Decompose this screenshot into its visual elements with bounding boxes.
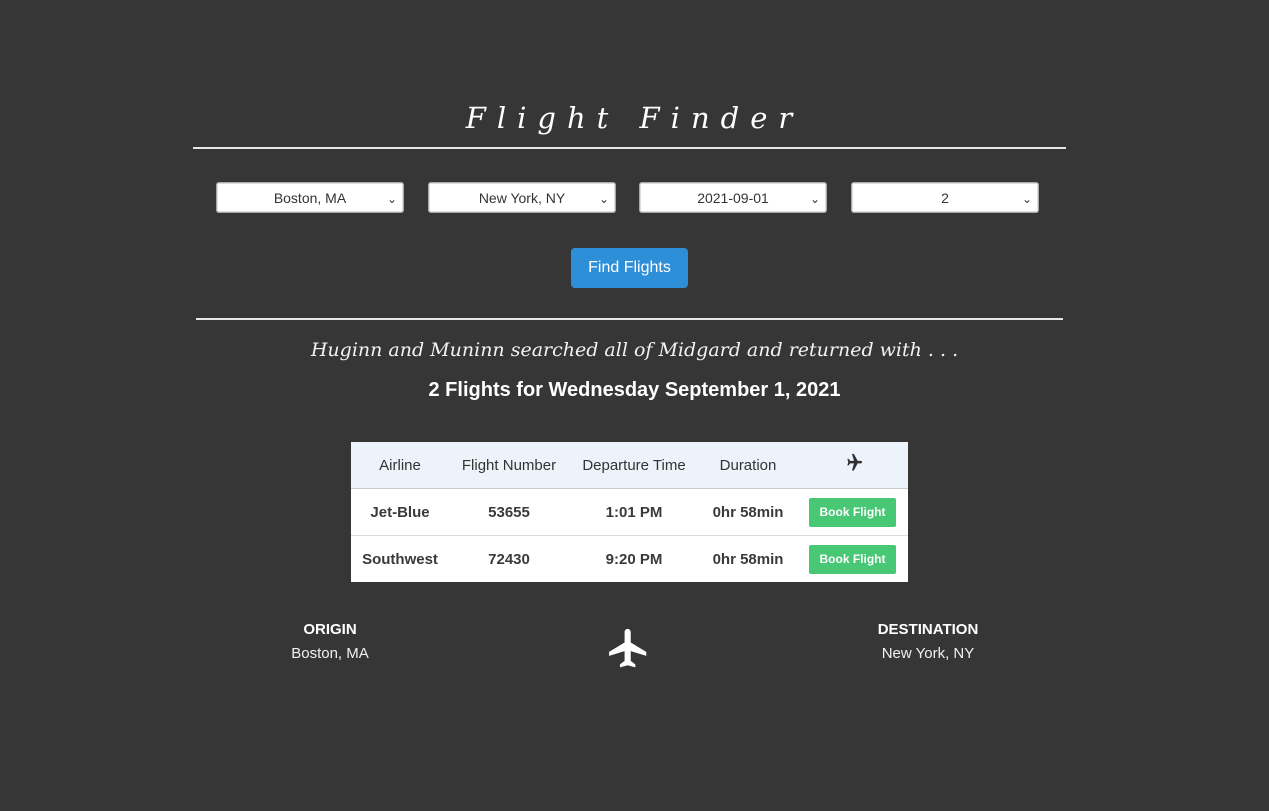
chevron-down-icon: ⌄ — [598, 192, 609, 206]
cell-action: Book Flight — [797, 544, 908, 574]
table-row: Southwest 72430 9:20 PM 0hr 58min Book F… — [351, 536, 908, 582]
results-count: 2 Flights for Wednesday September 1, 202… — [428, 379, 841, 401]
cell-action: Book Flight — [797, 497, 908, 527]
origin-city: Boston, MA — [291, 645, 369, 662]
chevron-down-icon: ⌄ — [809, 192, 820, 206]
results-divider — [196, 318, 1063, 320]
origin-label: ORIGIN — [303, 621, 357, 638]
passengers-select[interactable]: 2 ⌄ — [851, 182, 1039, 213]
book-flight-button[interactable]: Book Flight — [809, 544, 896, 574]
airplane-icon — [846, 453, 862, 471]
flights-table: Airline Flight Number Departure Time Dur… — [351, 442, 908, 582]
destination-select[interactable]: New York, NY ⌄ — [428, 182, 616, 213]
cell-duration: 0hr 58min — [712, 503, 784, 521]
table-header: Airline Flight Number Departure Time Dur… — [351, 442, 908, 489]
airplane-icon — [609, 628, 647, 668]
flight-finder-page: Flight Finder Boston, MA ⌄ New York, NY … — [0, 0, 1269, 811]
page-title: Flight Finder — [465, 101, 804, 135]
cell-airline: Southwest — [362, 550, 438, 568]
cell-airline: Jet-Blue — [370, 503, 430, 521]
column-header-action — [797, 453, 908, 477]
destination-select-value: New York, NY — [478, 190, 566, 206]
destination-summary: DESTINATION New York, NY — [828, 618, 1028, 666]
cell-flight-number: 72430 — [488, 550, 530, 568]
origin-select[interactable]: Boston, MA ⌄ — [216, 182, 404, 213]
table-row: Jet-Blue 53655 1:01 PM 0hr 58min Book Fl… — [351, 489, 908, 536]
destination-city: New York, NY — [881, 645, 975, 662]
date-select[interactable]: 2021-09-01 ⌄ — [639, 182, 827, 213]
column-header-departure-time: Departure Time — [582, 456, 686, 474]
passengers-select-value: 2 — [941, 190, 949, 206]
origin-select-value: Boston, MA — [273, 190, 347, 206]
find-flights-button[interactable]: Find Flights — [571, 248, 688, 288]
results-subtitle: Huginn and Muninn searched all of Midgar… — [310, 339, 959, 361]
origin-summary: ORIGIN Boston, MA — [230, 618, 430, 666]
cell-duration: 0hr 58min — [712, 550, 784, 568]
date-select-value: 2021-09-01 — [697, 190, 769, 206]
column-header-airline: Airline — [379, 456, 421, 474]
cell-departure-time: 9:20 PM — [605, 550, 663, 568]
chevron-down-icon: ⌄ — [386, 192, 397, 206]
book-flight-button[interactable]: Book Flight — [809, 497, 896, 527]
destination-label: DESTINATION — [877, 621, 979, 638]
cell-flight-number: 53655 — [488, 503, 530, 521]
chevron-down-icon: ⌄ — [1021, 192, 1032, 206]
title-divider — [193, 147, 1066, 149]
column-header-flight-number: Flight Number — [461, 456, 557, 474]
cell-departure-time: 1:01 PM — [605, 503, 663, 521]
column-header-duration: Duration — [719, 456, 777, 474]
